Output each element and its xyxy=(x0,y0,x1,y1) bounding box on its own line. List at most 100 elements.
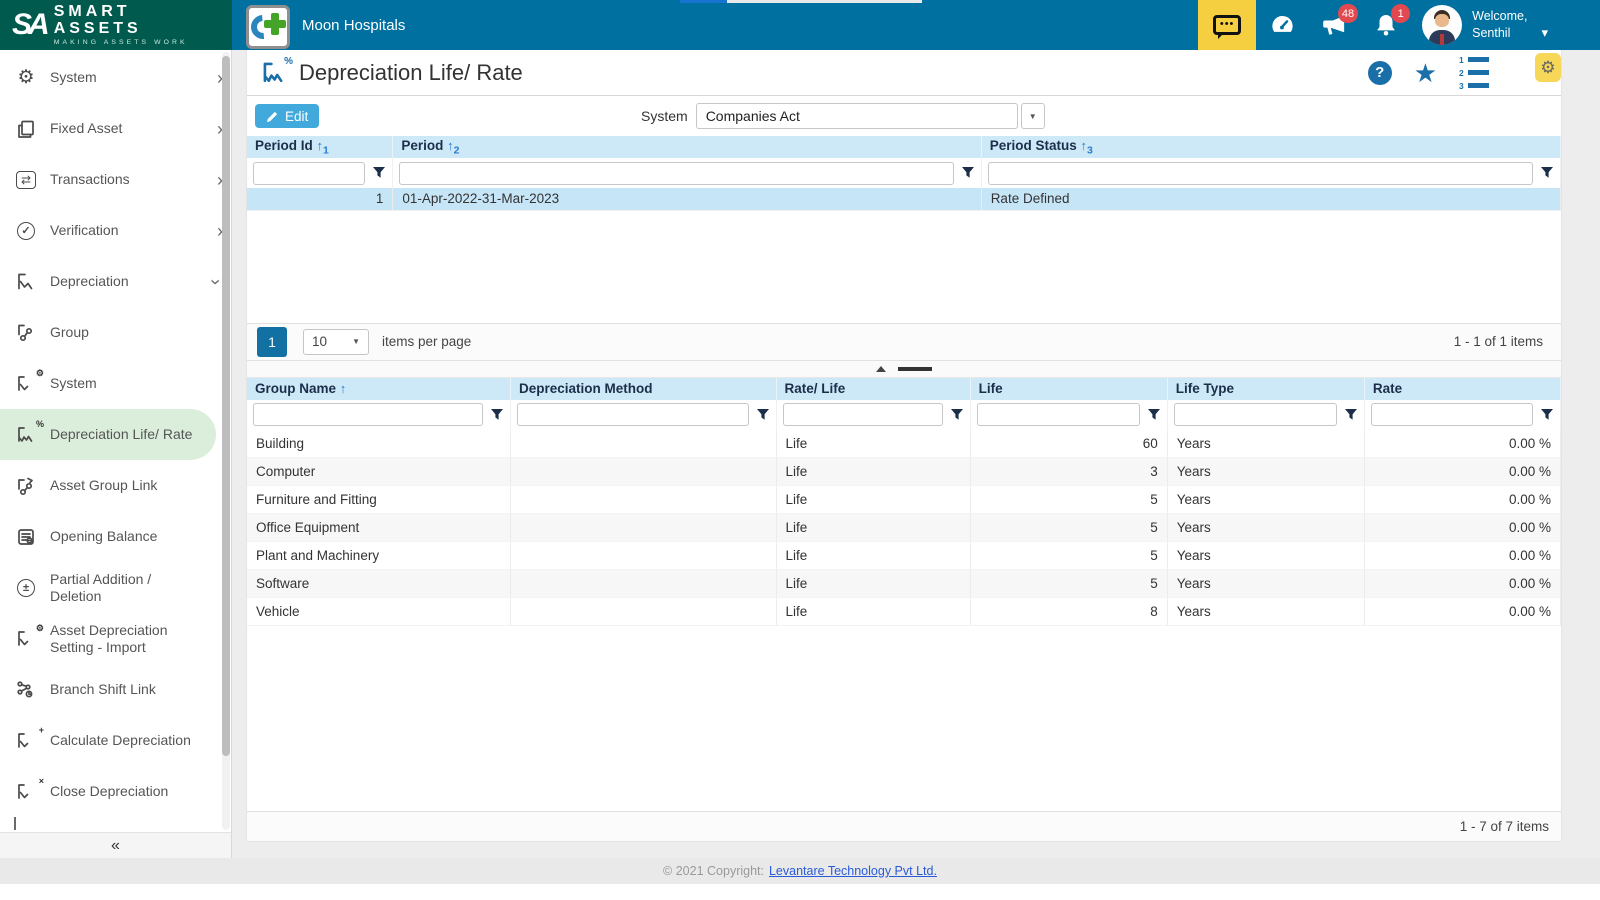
notifications-button[interactable]: 1 xyxy=(1360,0,1412,50)
cell-group-name: Plant and Machinery xyxy=(247,542,511,570)
app-window: SA SMART ASSETS MAKING ASSETS WORK Moon … xyxy=(0,0,1600,900)
group-table-row[interactable]: Plant and Machinery Life 5 Years 0.00 % xyxy=(247,542,1561,570)
settings-gear-button[interactable]: ⚙ xyxy=(1535,53,1561,82)
pager-summary: 1 - 1 of 1 items xyxy=(1454,334,1543,349)
sidebar-item-partial-hidden[interactable] xyxy=(0,817,231,830)
brand-name-line2: ASSETS xyxy=(54,21,188,38)
numbered-list-icon[interactable]: 1 2 3 xyxy=(1459,55,1489,91)
filter-input-life-type[interactable] xyxy=(1174,403,1337,426)
sidebar-nav: ⚙ System › Fixed Asset › ⇄ Transactions … xyxy=(0,50,231,830)
filter-input-period-status[interactable] xyxy=(988,162,1533,185)
filter-input-group-name[interactable] xyxy=(253,403,483,426)
splitter-collapse-icon[interactable] xyxy=(876,366,886,372)
group-table-row[interactable]: Building Life 60 Years 0.00 % xyxy=(247,430,1561,458)
column-header-group-name[interactable]: Group Name ↑ xyxy=(247,378,511,400)
splitter-handle[interactable] xyxy=(247,361,1561,378)
group-filter-row xyxy=(247,400,1561,430)
sidebar-item-calculate-depreciation[interactable]: + Calculate Depreciation xyxy=(0,715,231,766)
filter-funnel-icon[interactable] xyxy=(1540,166,1554,180)
user-avatar[interactable] xyxy=(1422,5,1462,45)
cell-group-name: Office Equipment xyxy=(247,514,511,542)
current-page-button[interactable]: 1 xyxy=(257,327,287,357)
column-header-period[interactable]: Period ↑2 xyxy=(393,136,981,158)
sidebar-item-partial-addition-deletion[interactable]: ± Partial Addition / Deletion xyxy=(0,562,231,613)
period-table: Period Id ↑1 Period ↑2 Period Status ↑3 … xyxy=(247,136,1561,211)
branch-shift-link-icon xyxy=(14,678,38,702)
filter-funnel-icon[interactable] xyxy=(1344,408,1358,422)
filter-funnel-icon[interactable] xyxy=(1147,408,1161,422)
filter-input-life[interactable] xyxy=(977,403,1140,426)
page-size-dropdown[interactable]: 10 ▼ xyxy=(303,329,369,355)
depreciation-percent-icon: % xyxy=(14,423,38,447)
sidebar-item-asset-depreciation-setting-import[interactable]: ⚙ Asset Depreciation Setting - Import xyxy=(0,613,231,664)
filter-input-depreciation-method[interactable] xyxy=(517,403,749,426)
filter-input-period-id[interactable] xyxy=(253,162,365,185)
edit-button[interactable]: Edit xyxy=(255,104,319,128)
notifications-badge: 1 xyxy=(1391,4,1410,23)
column-header-rate-life[interactable]: Rate/ Life xyxy=(776,378,970,400)
filter-input-rate-life[interactable] xyxy=(783,403,943,426)
filter-funnel-icon[interactable] xyxy=(490,408,504,422)
filter-funnel-icon[interactable] xyxy=(756,408,770,422)
sort-up-icon: ↑ xyxy=(340,381,347,396)
sidebar-collapse-button[interactable]: « xyxy=(0,832,231,858)
sidebar-item-fixed-asset[interactable]: Fixed Asset › xyxy=(0,103,231,154)
sidebar-item-group[interactable]: Group xyxy=(0,307,231,358)
cell-life-type: Years xyxy=(1167,598,1364,626)
sidebar-item-verification[interactable]: ✓ Verification › xyxy=(0,205,231,256)
footer: © 2021 Copyright: Levantare Technology P… xyxy=(0,858,1600,884)
group-table-row[interactable]: Software Life 5 Years 0.00 % xyxy=(247,570,1561,598)
topbar: SA SMART ASSETS MAKING ASSETS WORK Moon … xyxy=(0,0,1600,50)
help-icon[interactable]: ? xyxy=(1368,61,1392,85)
sidebar-item-opening-balance[interactable]: Opening Balance xyxy=(0,511,231,562)
loading-bar-progress xyxy=(680,0,727,3)
group-table-row[interactable]: Office Equipment Life 5 Years 0.00 % xyxy=(247,514,1561,542)
cell-rate-life: Life xyxy=(776,486,970,514)
column-header-life-type[interactable]: Life Type xyxy=(1167,378,1364,400)
column-header-life[interactable]: Life xyxy=(970,378,1167,400)
sidebar-item-system[interactable]: ⚙ System › xyxy=(0,52,231,103)
favorite-star-icon[interactable]: ★ xyxy=(1414,60,1437,86)
period-table-header-row: Period Id ↑1 Period ↑2 Period Status ↑3 xyxy=(247,136,1561,158)
sidebar-item-depreciation-life-rate[interactable]: % Depreciation Life/ Rate xyxy=(0,409,216,460)
sidebar-item-asset-group-link[interactable]: Asset Group Link xyxy=(0,460,231,511)
filter-input-period[interactable] xyxy=(399,162,953,185)
group-table-row[interactable]: Computer Life 3 Years 0.00 % xyxy=(247,458,1561,486)
cell-life: 60 xyxy=(970,430,1167,458)
cell-group-name: Furniture and Fitting xyxy=(247,486,511,514)
column-header-period-status[interactable]: Period Status ↑3 xyxy=(981,136,1560,158)
sidebar-item-branch-shift-link[interactable]: Branch Shift Link xyxy=(0,664,231,715)
sidebar-item-transactions[interactable]: ⇄ Transactions › xyxy=(0,154,231,205)
group-table-row[interactable]: Vehicle Life 8 Years 0.00 % xyxy=(247,598,1561,626)
filter-input-rate[interactable] xyxy=(1371,403,1533,426)
column-header-depreciation-method[interactable]: Depreciation Method xyxy=(511,378,777,400)
period-table-row[interactable]: 1 01-Apr-2022-31-Mar-2023 Rate Defined xyxy=(247,188,1561,210)
cell-rate-life: Life xyxy=(776,542,970,570)
column-header-rate[interactable]: Rate xyxy=(1364,378,1560,400)
system-dropdown[interactable]: Companies Act xyxy=(696,103,1018,129)
cell-method xyxy=(511,486,777,514)
user-menu-caret-icon[interactable]: ▾ xyxy=(1541,25,1548,41)
filter-funnel-icon[interactable] xyxy=(1540,408,1554,422)
cell-rate-life: Life xyxy=(776,598,970,626)
footer-company-link[interactable]: Levantare Technology Pvt Ltd. xyxy=(769,864,937,878)
sidebar-item-close-depreciation[interactable]: × Close Depreciation xyxy=(0,766,231,817)
cell-rate: 0.00 % xyxy=(1364,458,1560,486)
brand-logo: SA SMART ASSETS MAKING ASSETS WORK xyxy=(0,0,232,50)
sidebar-item-depreciation-system[interactable]: ⚙ System xyxy=(0,358,231,409)
sidebar-item-depreciation[interactable]: Depreciation › xyxy=(0,256,231,307)
page-header: % Depreciation Life/ Rate ? ★ 1 2 3 ⚙ xyxy=(247,50,1561,96)
sidebar-scrollbar-thumb[interactable] xyxy=(222,56,230,756)
dashboard-button[interactable] xyxy=(1256,0,1308,50)
announcements-button[interactable]: 48 xyxy=(1308,0,1360,50)
group-table-row[interactable]: Furniture and Fitting Life 5 Years 0.00 … xyxy=(247,486,1561,514)
filter-funnel-icon[interactable] xyxy=(372,166,386,180)
filter-funnel-icon[interactable] xyxy=(961,166,975,180)
cell-rate-life: Life xyxy=(776,570,970,598)
system-dropdown-arrow[interactable]: ▼ xyxy=(1021,103,1045,129)
filter-funnel-icon[interactable] xyxy=(950,408,964,422)
group-link-icon xyxy=(14,474,38,498)
column-header-period-id[interactable]: Period Id ↑1 xyxy=(247,136,393,158)
chat-button[interactable]: ••• xyxy=(1198,0,1256,50)
splitter-dash-icon[interactable] xyxy=(898,367,932,371)
